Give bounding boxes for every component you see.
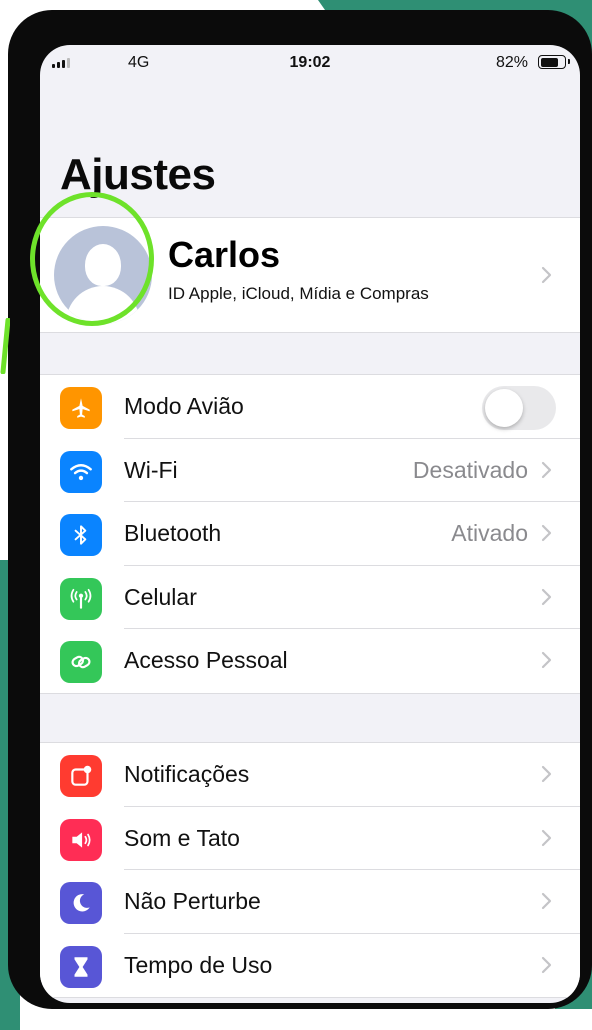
- chevron-right-icon: [541, 651, 552, 669]
- moon-icon: [60, 882, 102, 924]
- row-label: Não Perturbe: [124, 888, 261, 914]
- antenna-icon: [60, 577, 102, 620]
- settings-row-som-e-tato[interactable]: Som e Tato: [40, 807, 580, 870]
- row-label: Bluetooth: [124, 520, 222, 546]
- status-bar: 4G 19:02 82%: [40, 45, 580, 79]
- row-label: Som e Tato: [124, 824, 240, 851]
- airplane-icon: [60, 387, 102, 429]
- settings-row-celular[interactable]: Celular: [40, 566, 580, 629]
- chevron-right-icon: [541, 266, 552, 284]
- hotspot-icon: [60, 641, 102, 683]
- settings-row-wi-fi[interactable]: Wi-Fi Desativado: [40, 439, 580, 502]
- row-label: Tempo de Uso: [124, 951, 273, 978]
- connectivity-group: Modo Avião Wi-Fi Desativado Bluetooth Ativad…: [40, 374, 580, 694]
- chevron-right-icon: [541, 892, 552, 910]
- highlight-mark: [0, 318, 10, 374]
- settings-row-notificacoes[interactable]: Notificações: [40, 743, 580, 807]
- row-label: Celular: [124, 583, 197, 610]
- settings-row-modo-aviao[interactable]: Modo Avião: [40, 375, 580, 439]
- toggle-knob: [485, 389, 523, 427]
- chevron-right-icon: [541, 956, 552, 973]
- chevron-right-icon: [541, 461, 552, 478]
- battery-icon: [538, 55, 570, 69]
- speaker-icon: [60, 818, 102, 861]
- row-label: Modo Avião: [124, 393, 244, 419]
- highlight-circle: [30, 192, 154, 326]
- row-value: Desativado: [412, 456, 528, 483]
- row-value: Ativado: [451, 520, 528, 546]
- settings-screen: 4G 19:02 82% Ajustes Carlos ID Apple, iC…: [40, 45, 580, 1003]
- chevron-right-icon: [541, 588, 552, 605]
- notification-icon: [60, 755, 102, 797]
- settings-row-nao-perturbe[interactable]: Não Perturbe: [40, 870, 580, 934]
- row-label: Acesso Pessoal: [124, 647, 288, 673]
- row-label: Wi-Fi: [124, 456, 178, 483]
- hourglass-icon: [60, 945, 102, 988]
- bluetooth-icon: [60, 514, 102, 556]
- settings-row-tempo-de-uso[interactable]: Tempo de Uso: [40, 934, 580, 998]
- row-label: Notificações: [124, 761, 250, 787]
- chevron-right-icon: [541, 829, 552, 846]
- settings-row-acesso-pessoal[interactable]: Acesso Pessoal: [40, 629, 580, 693]
- airplane-mode-toggle[interactable]: [482, 386, 556, 430]
- chevron-right-icon: [541, 765, 552, 783]
- profile-name: Carlos: [168, 234, 281, 275]
- chevron-right-icon: [541, 524, 552, 542]
- wifi-icon: [60, 450, 102, 493]
- profile-subtitle: ID Apple, iCloud, Mídia e Compras: [168, 284, 429, 303]
- settings-row-bluetooth[interactable]: Bluetooth Ativado: [40, 502, 580, 566]
- battery-percent: 82%: [495, 54, 528, 71]
- notifications-group: Notificações Som e Tato Não Perturbe Tempo …: [40, 742, 580, 998]
